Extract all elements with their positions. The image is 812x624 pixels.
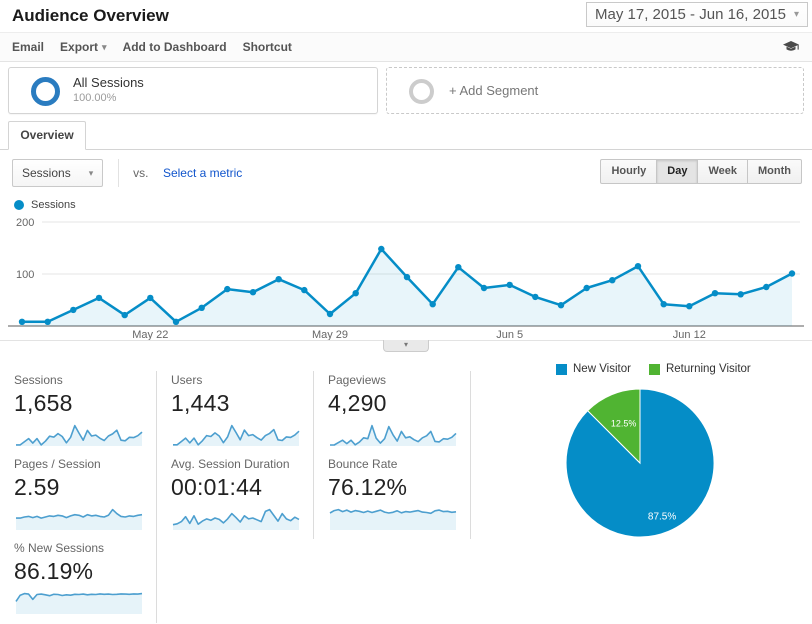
metric-card-avg-duration: Avg. Session Duration 00:01:44: [157, 455, 314, 539]
legend-returning-visitor: Returning Visitor: [648, 363, 751, 375]
bounce-rate-sparkline: [329, 508, 457, 530]
metric-card-new-sessions: % New Sessions 86.19%: [0, 539, 157, 623]
metric-card-pages-session: Pages / Session 2.59: [0, 455, 157, 539]
svg-text:Jun 12: Jun 12: [673, 329, 706, 340]
legend-new-visitor: New Visitor: [556, 363, 631, 375]
pie-legend: New Visitor Returning Visitor: [556, 363, 751, 375]
metric-label: Avg. Session Duration: [171, 457, 290, 471]
date-range-text: May 17, 2015 - Jun 16, 2015: [595, 6, 786, 23]
granularity-hourly-button[interactable]: Hourly: [600, 159, 658, 184]
metric-card-users: Users 1,443: [157, 371, 314, 455]
metric-value: 86.19%: [14, 558, 94, 584]
audience-overview-page: Audience Overview May 17, 2015 - Jun 16,…: [0, 0, 812, 624]
export-button[interactable]: Export ▾: [60, 40, 107, 54]
svg-text:May 29: May 29: [312, 329, 348, 340]
sessions-series-dot-icon: [14, 200, 24, 210]
metric-value: 4,290: [328, 390, 387, 416]
date-range-picker[interactable]: May 17, 2015 - Jun 16, 2015 ▾: [586, 2, 808, 27]
svg-text:87.5%: 87.5%: [648, 511, 676, 522]
email-button[interactable]: Email: [12, 40, 44, 54]
metric-card-pageviews: Pageviews 4,290: [314, 371, 471, 455]
page-title: Audience Overview: [12, 6, 169, 25]
collapse-chart-handle[interactable]: ▾: [383, 340, 429, 352]
users-sparkline: [173, 424, 300, 446]
sessions-series-label: Sessions: [31, 199, 76, 211]
segment-name: All Sessions: [73, 75, 144, 90]
metric-select-dropdown[interactable]: Sessions ▾: [12, 159, 104, 187]
metric-select-caret-icon: ▾: [88, 167, 94, 178]
metric-value: 1,658: [14, 390, 73, 416]
svg-text:100: 100: [16, 269, 34, 281]
tab-overview[interactable]: Overview: [8, 121, 86, 150]
new-sessions-sparkline: [15, 592, 143, 614]
segment-all-sessions[interactable]: All Sessions 100.00%: [8, 67, 378, 114]
page-header: Audience Overview May 17, 2015 - Jun 16,…: [0, 0, 812, 32]
metric-value: 1,443: [171, 390, 230, 416]
metric-grid: Sessions 1,658 Users 1,443 Pageviews 4,2…: [0, 359, 471, 623]
pageviews-sparkline: [330, 424, 457, 446]
collapse-chart-icon: ▾: [403, 340, 408, 349]
metric-value: 00:01:44: [171, 474, 263, 500]
pages-session-sparkline: [16, 508, 143, 530]
granularity-week-button[interactable]: Week: [698, 159, 749, 184]
add-to-dashboard-button[interactable]: Add to Dashboard: [123, 40, 227, 54]
add-segment-label: + Add Segment: [449, 83, 539, 98]
toolbar: Email Export ▾ Add to Dashboard Shortcut: [0, 32, 812, 62]
add-segment-button[interactable]: + Add Segment: [386, 67, 804, 114]
svg-text:12.5%: 12.5%: [611, 418, 637, 428]
granularity-button-group: Hourly Day Week Month: [600, 159, 802, 184]
segments-bar: All Sessions 100.00% + Add Segment: [0, 62, 812, 120]
visitor-type-section: New Visitor Returning Visitor 87.5% 12.5%: [556, 359, 751, 623]
metric-label: % New Sessions: [14, 541, 105, 555]
summary-dashboard: Sessions 1,658 Users 1,443 Pageviews 4,2…: [0, 359, 812, 623]
sessions-timeseries-chart[interactable]: 100 200 May 22 May 29 Jun 5 Jun 12: [8, 214, 804, 341]
metric-label: Bounce Rate: [328, 457, 398, 471]
metric-label: Pageviews: [328, 373, 387, 387]
segment-percent: 100.00%: [73, 92, 117, 104]
svg-text:200: 200: [16, 217, 34, 229]
new-visitor-swatch-icon: [556, 363, 567, 375]
visitor-pie-chart: 87.5% 12.5%: [564, 387, 751, 544]
granularity-month-button[interactable]: Month: [748, 159, 802, 184]
metric-card-sessions: Sessions 1,658: [0, 371, 157, 455]
metric-label: Sessions: [14, 373, 63, 387]
metric-card-bounce-rate: Bounce Rate 76.12%: [314, 455, 471, 539]
granularity-day-button[interactable]: Day: [657, 159, 699, 184]
visitor-pie-svg: 87.5% 12.5%: [565, 388, 715, 538]
avg-duration-sparkline: [172, 508, 300, 530]
select-a-metric-link[interactable]: Select a metric: [163, 166, 242, 180]
chart-footer: ▾: [0, 340, 812, 353]
shortcut-button[interactable]: Shortcut: [243, 40, 292, 54]
sessions-sparkline: [16, 424, 143, 446]
education-graduation-cap-icon[interactable]: [782, 40, 800, 54]
chart-series-legend: Sessions: [0, 196, 812, 214]
report-tabbar: Overview: [0, 120, 812, 150]
returning-visitor-swatch-icon: [648, 363, 660, 375]
chevron-down-icon: ▾: [793, 9, 799, 20]
metric-label: Users: [171, 373, 203, 387]
metric-value: 76.12%: [328, 474, 408, 500]
metric-value: 2.59: [14, 474, 60, 500]
export-caret-icon: ▾: [102, 41, 107, 52]
add-segment-ring-icon: [409, 79, 434, 104]
divider: [117, 159, 119, 187]
vs-label: vs.: [133, 166, 149, 180]
chart-controls: Sessions ▾ vs. Select a metric Hourly Da…: [0, 150, 812, 196]
sessions-chart-svg: 100 200 May 22 May 29 Jun 5 Jun 12: [8, 217, 804, 341]
metric-label: Pages / Session: [14, 457, 101, 471]
segment-donut-icon: [31, 77, 60, 106]
svg-text:Jun 5: Jun 5: [496, 329, 523, 340]
svg-text:May 22: May 22: [132, 329, 168, 340]
